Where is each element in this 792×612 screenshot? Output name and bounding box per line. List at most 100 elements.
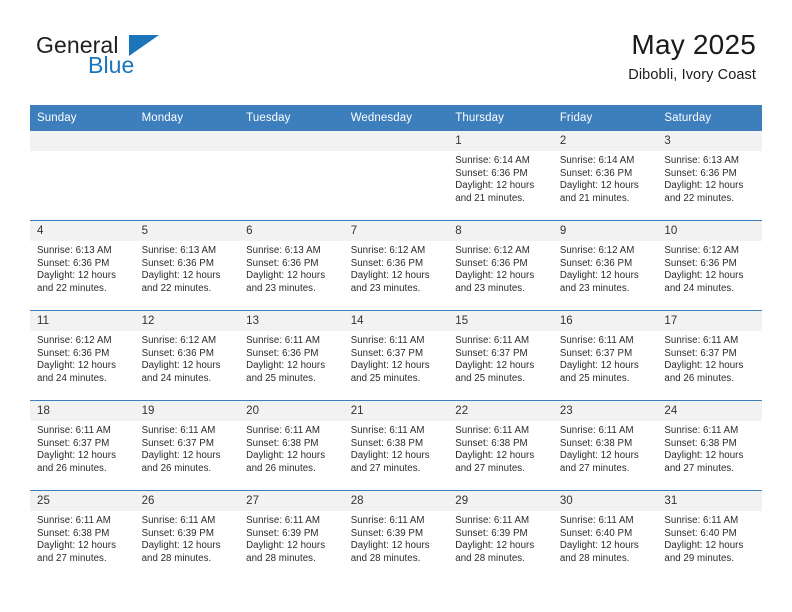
calendar-day-cell[interactable]: 8 Sunrise: 6:12 AM Sunset: 6:36 PM Daylight… [448,220,553,311]
calendar-day-cell[interactable]: 28 Sunrise: 6:11 AM Sunset: 6:39 PM Dayligh… [343,490,449,580]
weekday-header-monday: Monday [134,105,240,131]
sunrise-text: Sunrise: 6:11 AM [559,425,634,436]
daylight-text-line1: Daylight: 12 hours [559,180,639,192]
title-block: May 2025 Dibobli, Ivory Coast [628,28,756,86]
weekday-header-row: Sunday Monday Tuesday Wednesday Thursday… [30,105,762,131]
day-details: Sunrise: 6:11 AM Sunset: 6:37 PM Daylight:… [657,331,762,385]
sunrise-text: Sunrise: 6:14 AM [559,155,635,166]
day-number: 12 [134,311,240,331]
weekday-header-friday: Friday [552,105,658,131]
calendar-day-cell[interactable]: 29 Sunrise: 6:11 AM Sunset: 6:39 PM Dayligh… [448,490,553,580]
sunset-text: Sunset: 6:38 PM [246,437,319,449]
calendar-day-cell[interactable]: 23 Sunrise: 6:11 AM Sunset: 6:38 PM Dayligh… [552,400,658,491]
daylight-text-line2: and 28 minutes. [559,552,630,564]
daylight-text-line2: and 21 minutes. [455,192,525,204]
daylight-text-line2: and 25 minutes. [350,372,421,384]
day-details: Sunrise: 6:11 AM Sunset: 6:40 PM Daylight:… [553,511,658,565]
day-number: 5 [134,221,240,241]
calendar-day-cell[interactable]: 14 Sunrise: 6:11 AM Sunset: 6:37 PM Dayligh… [343,310,449,401]
daylight-text-line1: Daylight: 12 hours [559,540,639,552]
day-number: 28 [343,491,449,511]
calendar-day-cell[interactable]: 27 Sunrise: 6:11 AM Sunset: 6:39 PM Dayligh… [239,490,344,580]
generalblue-logo[interactable]: General Blue [36,32,236,80]
sunrise-text: Sunrise: 6:11 AM [664,515,739,526]
day-details: Sunrise: 6:11 AM Sunset: 6:39 PM Daylight:… [135,511,240,565]
calendar-day-cell[interactable]: 9 Sunrise: 6:12 AM Sunset: 6:36 PM Daylight… [552,220,658,311]
calendar-day-cell[interactable]: 20 Sunrise: 6:11 AM Sunset: 6:38 PM Dayligh… [239,400,344,491]
daylight-text-line2: and 27 minutes. [664,462,735,474]
daylight-text-line2: and 26 minutes. [664,372,735,384]
calendar-day-cell[interactable]: 7 Sunrise: 6:12 AM Sunset: 6:36 PM Daylight… [343,220,449,311]
sunset-text: Sunset: 6:39 PM [350,527,424,539]
calendar-day-cell[interactable]: 13 Sunrise: 6:11 AM Sunset: 6:36 PM Dayligh… [239,310,344,401]
daylight-text-line2: and 28 minutes. [141,552,212,564]
calendar-day-cell[interactable]: 16 Sunrise: 6:11 AM Sunset: 6:37 PM Dayligh… [552,310,658,401]
calendar-day-cell[interactable]: 11 Sunrise: 6:12 AM Sunset: 6:36 PM Dayligh… [30,310,135,401]
day-details: Sunrise: 6:12 AM Sunset: 6:36 PM Daylight:… [553,241,658,295]
calendar-day-cell[interactable]: 10 Sunrise: 6:12 AM Sunset: 6:36 PM Dayligh… [657,220,762,311]
daylight-text-line1: Daylight: 12 hours [455,180,535,192]
sunset-text: Sunset: 6:36 PM [559,257,633,269]
sunset-text: Sunset: 6:36 PM [664,257,737,269]
calendar-day-cell[interactable]: 24 Sunrise: 6:11 AM Sunset: 6:38 PM Dayligh… [657,400,762,491]
calendar-day-cell[interactable]: 1 Sunrise: 6:14 AM Sunset: 6:36 PM Daylight… [448,131,553,221]
day-details: Sunrise: 6:11 AM Sunset: 6:38 PM Daylight:… [239,421,344,475]
calendar-day-cell[interactable]: 2 Sunrise: 6:14 AM Sunset: 6:36 PM Daylight… [552,131,658,221]
calendar-day-cell-empty [343,131,449,221]
day-details: Sunrise: 6:11 AM Sunset: 6:37 PM Daylight:… [135,421,240,475]
calendar-day-cell[interactable]: 6 Sunrise: 6:13 AM Sunset: 6:36 PM Daylight… [239,220,344,311]
calendar-day-cell[interactable]: 19 Sunrise: 6:11 AM Sunset: 6:37 PM Dayligh… [134,400,240,491]
daylight-text-line2: and 24 minutes. [37,372,107,384]
sunset-text: Sunset: 6:39 PM [141,527,214,539]
sunset-text: Sunset: 6:40 PM [559,527,633,539]
calendar-day-cell[interactable]: 17 Sunrise: 6:11 AM Sunset: 6:37 PM Dayligh… [657,310,762,401]
calendar-table: Sunday Monday Tuesday Wednesday Thursday… [30,105,762,580]
calendar-body: 1 Sunrise: 6:14 AM Sunset: 6:36 PM Daylight… [30,131,762,580]
sunrise-text: Sunrise: 6:11 AM [246,515,320,526]
weekday-header-wednesday: Wednesday [343,105,449,131]
calendar-day-cell[interactable]: 30 Sunrise: 6:11 AM Sunset: 6:40 PM Dayligh… [552,490,658,580]
sunrise-text: Sunrise: 6:12 AM [37,335,112,346]
daylight-text-line2: and 27 minutes. [559,462,630,474]
sunrise-text: Sunrise: 6:11 AM [246,335,320,346]
day-details: Sunrise: 6:13 AM Sunset: 6:36 PM Daylight:… [239,241,344,295]
calendar-day-cell[interactable]: 4 Sunrise: 6:13 AM Sunset: 6:36 PM Daylight… [30,220,135,311]
calendar-day-cell[interactable]: 21 Sunrise: 6:11 AM Sunset: 6:38 PM Dayligh… [343,400,449,491]
day-details: Sunrise: 6:11 AM Sunset: 6:37 PM Daylight:… [344,331,449,385]
day-details: Sunrise: 6:13 AM Sunset: 6:36 PM Daylight:… [135,241,240,295]
day-number: 24 [657,401,762,421]
sunset-text: Sunset: 6:36 PM [141,257,214,269]
calendar-day-cell[interactable]: 25 Sunrise: 6:11 AM Sunset: 6:38 PM Dayligh… [30,490,135,580]
daylight-text-line2: and 26 minutes. [37,462,107,474]
calendar-day-cell[interactable]: 3 Sunrise: 6:13 AM Sunset: 6:36 PM Daylight… [657,131,762,221]
weekday-header-tuesday: Tuesday [239,105,344,131]
daylight-text-line2: and 27 minutes. [37,552,107,564]
calendar-day-cell[interactable]: 5 Sunrise: 6:13 AM Sunset: 6:36 PM Daylight… [134,220,240,311]
daylight-text-line1: Daylight: 12 hours [559,270,639,282]
sunset-text: Sunset: 6:39 PM [246,527,319,539]
page-title: May 2025 [631,29,756,60]
sunset-text: Sunset: 6:36 PM [37,347,110,359]
calendar-header: Sunday Monday Tuesday Wednesday Thursday… [30,105,762,131]
day-number: 14 [343,311,449,331]
daylight-text-line2: and 25 minutes. [455,372,525,384]
sunrise-text: Sunrise: 6:11 AM [455,515,530,526]
calendar-day-cell[interactable]: 26 Sunrise: 6:11 AM Sunset: 6:39 PM Dayligh… [134,490,240,580]
calendar-day-cell[interactable]: 15 Sunrise: 6:11 AM Sunset: 6:37 PM Dayligh… [448,310,553,401]
calendar-day-cell[interactable]: 12 Sunrise: 6:12 AM Sunset: 6:36 PM Dayligh… [134,310,240,401]
calendar-day-cell[interactable]: 22 Sunrise: 6:11 AM Sunset: 6:38 PM Dayligh… [448,400,553,491]
day-number: 16 [552,311,658,331]
weekday-header-saturday: Saturday [657,105,762,131]
day-number: 9 [552,221,658,241]
sunrise-text: Sunrise: 6:14 AM [455,155,530,166]
calendar-day-cell-empty [239,131,344,221]
sunrise-text: Sunrise: 6:11 AM [141,515,216,526]
sunset-text: Sunset: 6:36 PM [246,347,319,359]
calendar-day-cell[interactable]: 18 Sunrise: 6:11 AM Sunset: 6:37 PM Dayligh… [30,400,135,491]
day-number: 7 [343,221,449,241]
daylight-text-line2: and 27 minutes. [455,462,525,474]
calendar-day-cell[interactable]: 31 Sunrise: 6:11 AM Sunset: 6:40 PM Dayligh… [657,490,762,580]
day-details: Sunrise: 6:11 AM Sunset: 6:40 PM Daylight:… [657,511,762,565]
daylight-text-line1: Daylight: 12 hours [664,180,744,192]
day-number [239,131,344,151]
